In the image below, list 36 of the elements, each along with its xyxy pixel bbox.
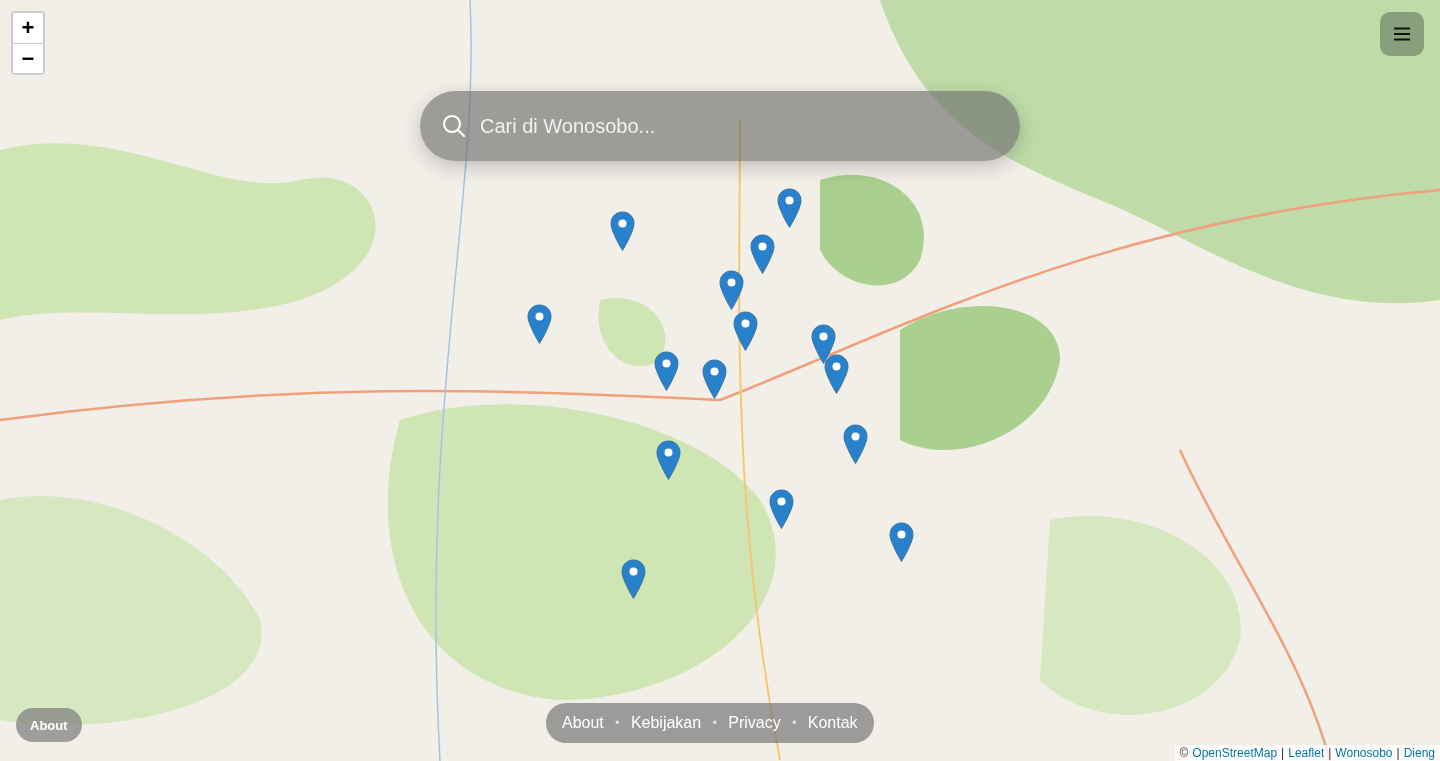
- map-marker-icon[interactable]: [842, 424, 868, 465]
- attribution-link[interactable]: Leaflet: [1288, 746, 1325, 760]
- map-marker-icon[interactable]: [768, 489, 794, 530]
- about-button[interactable]: About: [16, 708, 82, 742]
- separator: |: [1328, 746, 1332, 760]
- footer-link[interactable]: Privacy: [728, 714, 781, 732]
- map-marker-icon[interactable]: [609, 211, 635, 252]
- separator: |: [1281, 746, 1285, 760]
- separator: •: [790, 716, 798, 730]
- menu-icon: [1393, 27, 1411, 41]
- map-marker-icon[interactable]: [776, 188, 802, 229]
- attribution-link[interactable]: OpenStreetMap: [1192, 746, 1278, 760]
- map-marker-icon[interactable]: [732, 311, 758, 352]
- footer-link[interactable]: About: [562, 714, 604, 732]
- map-marker-icon[interactable]: [823, 354, 849, 395]
- menu-button[interactable]: [1380, 12, 1424, 56]
- map-marker-icon[interactable]: [701, 359, 727, 400]
- map-marker-icon[interactable]: [655, 440, 681, 481]
- map-marker-icon[interactable]: [888, 522, 914, 563]
- attribution-link[interactable]: Wonosobo: [1335, 746, 1393, 760]
- map-marker-icon[interactable]: [810, 324, 836, 365]
- search-field[interactable]: Cari di Wonosobo...: [420, 91, 1020, 161]
- separator: |: [1396, 746, 1400, 760]
- map-marker-icon[interactable]: [749, 234, 775, 275]
- map-marker-icon[interactable]: [620, 559, 646, 600]
- copyright-symbol: ©: [1179, 746, 1189, 760]
- separator: •: [613, 716, 621, 730]
- zoom-out-button[interactable]: −: [13, 43, 43, 73]
- footer-link[interactable]: Kebijakan: [630, 714, 702, 732]
- map-marker-icon[interactable]: [718, 270, 744, 311]
- separator: •: [711, 716, 719, 730]
- search-icon: [442, 114, 466, 138]
- attribution-link[interactable]: Dieng: [1403, 746, 1435, 760]
- footer-link[interactable]: Kontak: [807, 714, 858, 732]
- map-marker-icon[interactable]: [653, 351, 679, 392]
- map-marker-icon[interactable]: [526, 304, 552, 345]
